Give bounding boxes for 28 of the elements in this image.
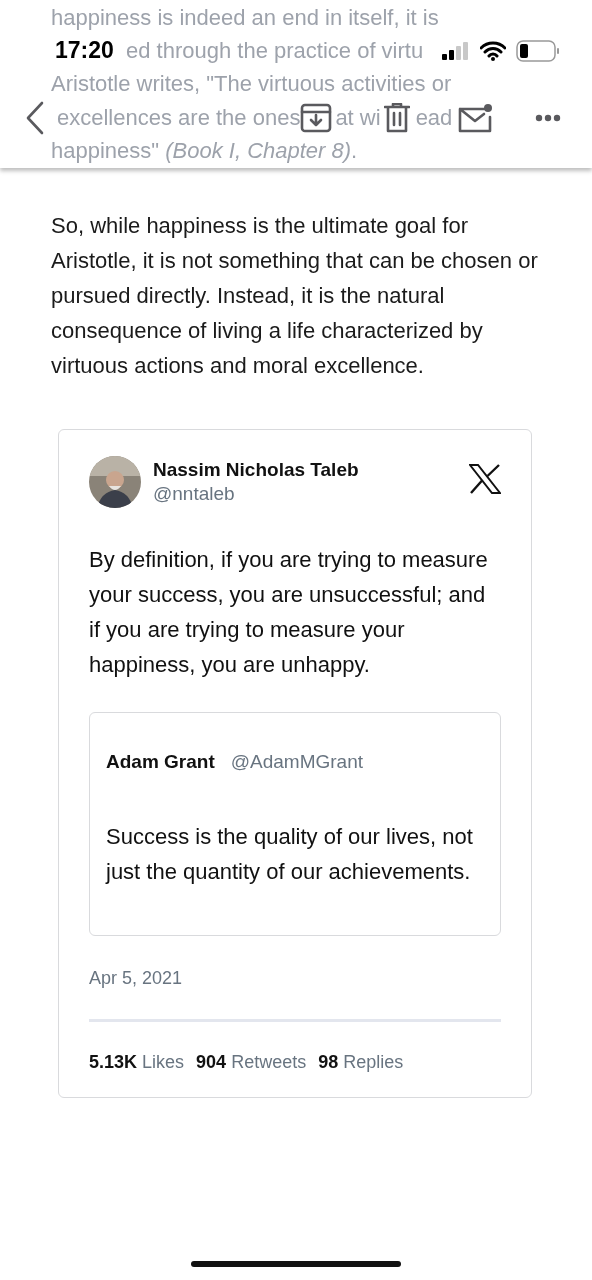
- faded-text: ead: [415, 104, 453, 131]
- tweet-text: By definition, if you are trying to measure your success, you are unsuccessful; and if you are trying to measure your happiness, you are unhappy.: [89, 546, 489, 679]
- faded-text: Aristotle writes, "The virtuous activities or: [51, 71, 452, 98]
- trash-icon[interactable]: [383, 102, 410, 133]
- faded-text: happiness" (Book I, Chapter 8).: [51, 138, 358, 165]
- mail-icon[interactable]: [458, 102, 495, 133]
- wifi-icon: [480, 40, 506, 61]
- body-paragraph: So, while happiness is the ultimate goal for Aristotle, it is not something that can be chosen or pursued directly. Instead, it is the natural consequence of living a life characterized by virtuous actions and moral excellence.: [51, 212, 539, 380]
- faded-text: excellences are the ones: [57, 104, 301, 131]
- signal-icon: [442, 41, 470, 60]
- author-handle: @nntaleb: [153, 483, 236, 505]
- faded-text: at wi: [335, 104, 381, 131]
- more-icon[interactable]: [535, 113, 561, 122]
- status-time: 17:20: [55, 37, 115, 65]
- tweet-stat: 5.13K Likes: [89, 1052, 185, 1073]
- quoted-author-name: Adam Grant: [106, 751, 215, 773]
- quoted-tweet-text: Success is the quality of our lives, not just the quantity of our achievements.: [106, 823, 474, 886]
- quoted-author-handle: @AdamMGrant: [230, 751, 364, 773]
- x-logo-icon: [469, 464, 501, 494]
- faded-text: happiness is indeed an end in itself, it is: [51, 4, 439, 31]
- faded-text: ed through the practice of virtu: [126, 37, 424, 64]
- archive-icon[interactable]: [300, 102, 333, 133]
- tweet-date: Apr 5, 2021: [89, 968, 184, 989]
- battery-icon: [516, 39, 560, 62]
- tweet-stat: 98 Replies: [318, 1052, 404, 1073]
- tweet-stat: 904 Retweets: [196, 1052, 307, 1073]
- author-name: Nassim Nicholas Taleb: [153, 459, 359, 481]
- back-icon[interactable]: [25, 100, 45, 135]
